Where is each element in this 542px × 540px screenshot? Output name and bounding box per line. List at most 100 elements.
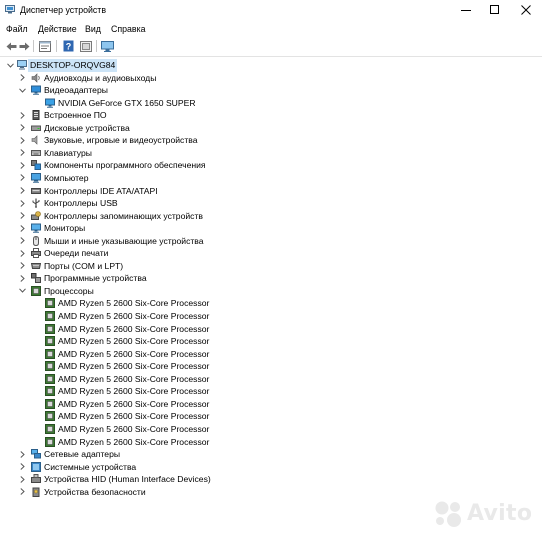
tree-category[interactable]: Встроенное ПО xyxy=(0,109,400,122)
tree-device[interactable]: AMD Ryzen 5 2600 Six-Core Processor xyxy=(0,297,400,310)
tree-device[interactable]: AMD Ryzen 5 2600 Six-Core Processor xyxy=(0,410,400,423)
tree-category[interactable]: Порты (COM и LPT) xyxy=(0,260,400,273)
tree-category[interactable]: Дисковые устройства xyxy=(0,122,400,135)
chevron-right-icon xyxy=(20,149,25,157)
forward-button[interactable] xyxy=(17,39,31,53)
tree-category[interactable]: Контроллеры IDE ATA/ATAPI xyxy=(0,185,400,198)
expand-toggle[interactable] xyxy=(18,235,27,247)
tree-root[interactable]: DESKTOP-ORQVG84 xyxy=(0,59,400,72)
toolbar-separator xyxy=(56,40,57,52)
tree-device[interactable]: AMD Ryzen 5 2600 Six-Core Processor xyxy=(0,335,400,348)
category-label: Мониторы xyxy=(44,223,86,234)
tree-category[interactable]: Процессоры xyxy=(0,285,400,298)
menu-help[interactable]: Справка xyxy=(111,24,146,34)
category-label: Программные устройства xyxy=(44,273,147,284)
maximize-button[interactable] xyxy=(479,0,511,20)
title-bar: Диспетчер устройств xyxy=(0,0,542,20)
software-component-icon xyxy=(31,160,41,171)
cpu-icon xyxy=(45,323,55,334)
mouse-icon xyxy=(31,235,41,246)
close-button[interactable] xyxy=(510,0,542,20)
avito-watermark: Avito xyxy=(434,498,534,530)
tree-category[interactable]: Мониторы xyxy=(0,222,400,235)
expand-toggle[interactable] xyxy=(18,147,27,159)
chevron-right-icon xyxy=(20,74,25,81)
collapse-toggle[interactable] xyxy=(6,59,15,71)
cpu-icon xyxy=(45,423,55,434)
audio-io-icon xyxy=(31,72,41,83)
tree-device[interactable]: AMD Ryzen 5 2600 Six-Core Processor xyxy=(0,436,400,449)
scan-hardware-button[interactable] xyxy=(100,39,114,53)
properties-button[interactable] xyxy=(38,39,52,53)
tree-category[interactable]: Контроллеры запоминающих устройств xyxy=(0,210,400,223)
tree-category[interactable]: Клавиатуры xyxy=(0,147,400,160)
tree-device[interactable]: AMD Ryzen 5 2600 Six-Core Processor xyxy=(0,373,400,386)
menu-view[interactable]: Вид xyxy=(85,24,101,34)
cpu-icon xyxy=(45,336,55,347)
tree-category[interactable]: Очереди печати xyxy=(0,247,400,260)
category-label: Устройства HID (Human Interface Devices) xyxy=(44,474,211,485)
device-label: AMD Ryzen 5 2600 Six-Core Processor xyxy=(58,336,210,347)
device-tree: DESKTOP-ORQVG84 Аудиовходы и аудиовыходы В… xyxy=(0,57,542,540)
tree-device[interactable]: AMD Ryzen 5 2600 Six-Core Processor xyxy=(0,423,400,436)
tree-device[interactable]: AMD Ryzen 5 2600 Six-Core Processor xyxy=(0,398,400,411)
keyboard-icon xyxy=(31,148,41,158)
update-driver-button[interactable] xyxy=(79,39,93,53)
expand-toggle[interactable] xyxy=(18,260,27,272)
expand-toggle[interactable] xyxy=(18,122,27,134)
tree-device[interactable]: AMD Ryzen 5 2600 Six-Core Processor xyxy=(0,385,400,398)
expand-toggle[interactable] xyxy=(18,197,27,209)
tree-category[interactable]: Программные устройства xyxy=(0,272,400,285)
tree-device[interactable]: AMD Ryzen 5 2600 Six-Core Processor xyxy=(0,310,400,323)
tree-device[interactable]: AMD Ryzen 5 2600 Six-Core Processor xyxy=(0,360,400,373)
expand-toggle[interactable] xyxy=(18,72,27,84)
minimize-button[interactable] xyxy=(450,0,482,20)
expand-toggle[interactable] xyxy=(18,448,27,460)
category-label: Контроллеры запоминающих устройств xyxy=(44,210,203,221)
avito-logo-icon xyxy=(435,501,461,527)
menu-action[interactable]: Действие xyxy=(38,24,77,34)
expand-toggle[interactable] xyxy=(18,272,27,284)
tree-device[interactable]: AMD Ryzen 5 2600 Six-Core Processor xyxy=(0,323,400,336)
tree-category[interactable]: Устройства безопасности xyxy=(0,486,400,499)
tree-category[interactable]: Мыши и иные указывающие устройства xyxy=(0,235,400,248)
menu-file[interactable]: Файл xyxy=(6,24,28,34)
system-device-icon xyxy=(31,461,41,472)
collapse-toggle[interactable] xyxy=(18,285,27,297)
help-button[interactable]: ? xyxy=(61,39,75,53)
expand-toggle[interactable] xyxy=(18,247,27,259)
tree-category[interactable]: Компьютер xyxy=(0,172,400,185)
expand-toggle[interactable] xyxy=(18,134,27,146)
chevron-right-icon xyxy=(20,450,25,458)
device-label: AMD Ryzen 5 2600 Six-Core Processor xyxy=(58,348,210,359)
tree-category[interactable]: Видеоадаптеры xyxy=(0,84,400,97)
category-label: Аудиовходы и аудиовыходы xyxy=(44,72,157,83)
collapse-toggle[interactable] xyxy=(18,84,27,96)
tree-category[interactable]: Сетевые адаптеры xyxy=(0,448,400,461)
expand-toggle[interactable] xyxy=(18,185,27,197)
device-label: AMD Ryzen 5 2600 Six-Core Processor xyxy=(58,323,210,334)
expand-toggle[interactable] xyxy=(18,109,27,121)
back-button[interactable] xyxy=(4,39,18,53)
expand-toggle[interactable] xyxy=(18,222,27,234)
chevron-right-icon xyxy=(20,224,25,232)
category-label: Сетевые адаптеры xyxy=(44,449,121,460)
tree-category[interactable]: Устройства HID (Human Interface Devices) xyxy=(0,473,400,486)
tree-category[interactable]: Контроллеры USB xyxy=(0,197,400,210)
expand-toggle[interactable] xyxy=(18,159,27,171)
tree-device[interactable]: AMD Ryzen 5 2600 Six-Core Processor xyxy=(0,348,400,361)
expand-toggle[interactable] xyxy=(18,172,27,184)
expand-toggle[interactable] xyxy=(18,210,27,222)
tree-device[interactable]: NVIDIA GeForce GTX 1650 SUPER xyxy=(0,97,400,110)
root-computer-icon xyxy=(17,60,27,70)
expand-toggle[interactable] xyxy=(18,486,27,498)
cpu-icon xyxy=(45,361,55,372)
expand-toggle[interactable] xyxy=(18,461,27,473)
tree-category[interactable]: Компоненты программного обеспечения xyxy=(0,159,400,172)
port-icon xyxy=(30,261,42,271)
tree-category[interactable]: Звуковые, игровые и видеоустройства xyxy=(0,134,400,147)
tree-category[interactable]: Аудиовходы и аудиовыходы xyxy=(0,72,400,85)
device-label: AMD Ryzen 5 2600 Six-Core Processor xyxy=(58,436,210,447)
expand-toggle[interactable] xyxy=(18,473,27,485)
tree-category[interactable]: Системные устройства xyxy=(0,461,400,474)
